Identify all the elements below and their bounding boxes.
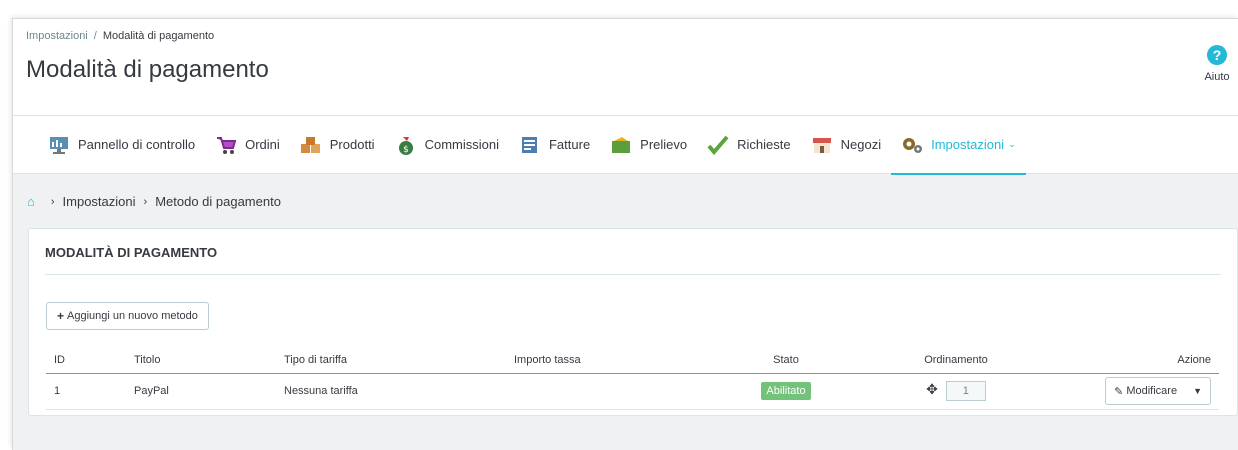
help-label: Aiuto — [1204, 71, 1230, 83]
breadcrumb-current: Modalità di pagamento — [102, 30, 215, 42]
order-input[interactable]: 1 — [945, 381, 986, 402]
cell-action: ✎ Modificare ▼ — [1056, 373, 1219, 410]
plus-icon: + — [57, 309, 65, 323]
col-status: Stato — [716, 347, 856, 374]
cell-status: Abilitato — [716, 373, 856, 410]
drag-handle-icon[interactable]: ✥ — [926, 381, 938, 397]
tab-requests[interactable]: Richieste — [697, 116, 800, 174]
checkmark-icon — [707, 135, 729, 155]
col-id: ID — [46, 347, 126, 374]
tab-settings[interactable]: Impostazioni ⌄ — [891, 116, 1026, 175]
add-method-button[interactable]: + Aggiungi un nuovo metodo — [46, 302, 209, 330]
help-button[interactable]: ? Aiuto — [1202, 45, 1232, 83]
tab-label: Prodotti — [329, 137, 375, 152]
top-breadcrumb: Impostazioni / Modalità di pagamento — [26, 30, 214, 42]
cell-fee-amount — [506, 373, 716, 410]
col-action: Azione — [1056, 347, 1219, 374]
page-header: Impostazioni / Modalità di pagamento Modal… — [13, 19, 1238, 116]
payment-methods-table: ID Titolo Tipo di tariffa Importo tassa … — [46, 347, 1219, 410]
tab-shops[interactable]: Negozi — [801, 116, 891, 174]
page-title: Modalità di pagamento — [26, 56, 269, 83]
question-icon: ? — [1207, 45, 1227, 65]
chevron-down-icon: ⌄ — [1008, 139, 1016, 149]
chevron-right-icon: › — [50, 195, 55, 208]
chevron-right-icon: › — [143, 195, 148, 208]
add-method-label: Aggiungi un nuovo metodo — [67, 310, 198, 322]
breadcrumb: ⌂ › Impostazioni › Metodo di pagamento — [27, 194, 281, 209]
col-fee-amount: Importo tassa — [506, 347, 716, 374]
col-order: Ordinamento — [856, 347, 1056, 374]
table-row: 1 PayPal Nessuna tariffa Abilitato ✥ 1 ✎ M… — [46, 373, 1219, 410]
tab-invoices[interactable]: Fatture — [509, 116, 600, 174]
col-title: Titolo — [126, 347, 276, 374]
action-button-group: ✎ Modificare ▼ — [1105, 377, 1211, 405]
pencil-icon: ✎ — [1114, 385, 1124, 398]
tab-label: Negozi — [840, 137, 882, 152]
cell-order: ✥ 1 — [856, 373, 1056, 410]
breadcrumb-link[interactable]: Impostazioni — [26, 30, 88, 42]
table-header-row: ID Titolo Tipo di tariffa Importo tassa … — [46, 347, 1219, 374]
tab-label: Fatture — [548, 137, 591, 152]
panel-title: MODALITÀ DI PAGAMENTO — [45, 245, 1221, 275]
tab-label: Prelievo — [640, 137, 688, 152]
cell-fee-type: Nessuna tariffa — [276, 373, 506, 410]
breadcrumb-separator: / — [93, 30, 97, 42]
tab-orders[interactable]: Ordini — [205, 116, 290, 174]
cell-id: 1 — [46, 373, 126, 410]
tab-label: Pannello di controllo — [78, 137, 196, 152]
home-icon[interactable]: ⌂ — [27, 194, 35, 209]
tab-label: Impostazioni — [931, 137, 1005, 152]
cell-title: PayPal — [126, 373, 276, 410]
tab-label: Richieste — [737, 137, 791, 152]
wallet-icon — [612, 136, 631, 153]
shop-icon — [812, 137, 831, 153]
tab-dashboard[interactable]: Pannello di controllo — [38, 116, 205, 174]
svg-text:$: $ — [403, 145, 409, 155]
dashboard-icon — [50, 136, 68, 154]
payment-methods-panel: MODALITÀ DI PAGAMENTO + Aggiungi un nuov… — [28, 228, 1238, 416]
col-fee-type: Tipo di tariffa — [276, 347, 506, 374]
main-nav: Pannello di controllo Ordini Prodotti $ … — [13, 116, 1238, 175]
action-dropdown-toggle[interactable]: ▼ — [1185, 386, 1210, 396]
tab-products[interactable]: Prodotti — [290, 116, 385, 174]
money-bag-icon: $ — [398, 136, 413, 155]
app-frame: Impostazioni / Modalità di pagamento Modal… — [12, 18, 1238, 450]
invoice-icon — [521, 136, 537, 153]
edit-button[interactable]: ✎ Modificare — [1106, 385, 1185, 398]
cart-icon — [217, 136, 237, 154]
tab-commissions[interactable]: $ Commissioni — [385, 116, 509, 174]
edit-label: Modificare — [1126, 385, 1178, 397]
breadcrumb-current: Metodo di pagamento — [155, 194, 281, 209]
tab-label: Ordini — [245, 137, 280, 152]
gears-icon — [903, 137, 923, 153]
breadcrumb-settings[interactable]: Impostazioni — [63, 194, 136, 209]
boxes-icon — [300, 136, 320, 153]
status-badge[interactable]: Abilitato — [761, 382, 811, 400]
tab-withdrawal[interactable]: Prelievo — [600, 116, 697, 174]
tab-label: Commissioni — [424, 137, 499, 152]
